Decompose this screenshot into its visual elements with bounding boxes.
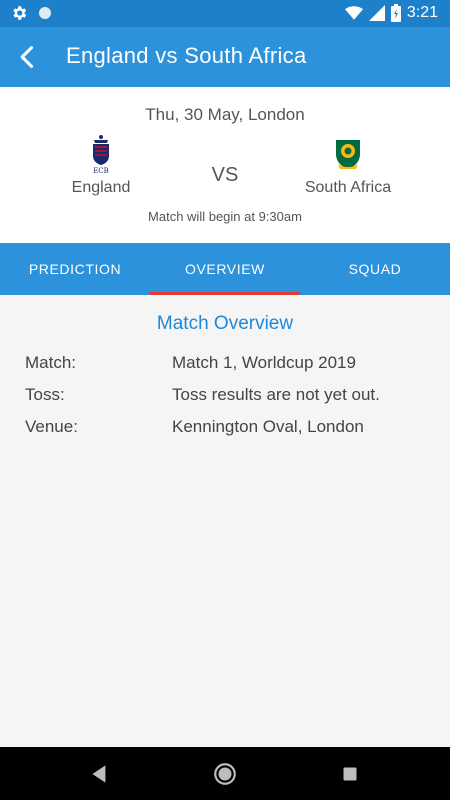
status-bar: 3:21 (0, 0, 450, 27)
row-label: Toss: (25, 385, 65, 404)
tab-squad[interactable]: SQUAD (300, 243, 450, 295)
match-header: Thu, 30 May, London ECB England VS South… (0, 87, 450, 243)
proteas-logo (336, 140, 360, 169)
team-away-name: South Africa (304, 179, 392, 196)
nav-back-icon[interactable] (87, 761, 113, 787)
match-start-text: Match will begin at 9:30am (148, 209, 302, 224)
wifi-icon (344, 6, 363, 20)
circle-icon (39, 7, 51, 19)
row-label: Venue: (25, 417, 78, 436)
chevron-left-icon[interactable] (14, 43, 42, 71)
page-title: England vs South Africa (66, 43, 307, 68)
app-bar: England vs South Africa (0, 27, 450, 87)
nav-recent-icon[interactable] (337, 761, 363, 787)
overview-panel: Match Overview Match: Match 1, Worldcup … (0, 295, 450, 747)
signal-icon (368, 5, 385, 21)
row-value: Kennington Oval, London (172, 417, 364, 436)
section-title: Match Overview (156, 313, 294, 334)
battery-charging-icon (390, 4, 401, 22)
tab-overview[interactable]: OVERVIEW (150, 243, 300, 295)
team-away: South Africa (273, 134, 423, 197)
row-label: Match: (25, 353, 77, 372)
tab-bar: PREDICTION OVERVIEW SQUAD (0, 243, 450, 295)
tab-prediction[interactable]: PREDICTION (0, 243, 150, 295)
match-date: Thu, 30 May, London (145, 105, 305, 124)
system-nav-bar (0, 747, 450, 800)
clock: 3:21 (406, 4, 438, 21)
nav-home-icon[interactable] (212, 761, 238, 787)
gear-icon (13, 6, 27, 20)
row-value: Toss results are not yet out. (172, 385, 380, 404)
row-value: Match 1, Worldcup 2019 (172, 353, 356, 372)
